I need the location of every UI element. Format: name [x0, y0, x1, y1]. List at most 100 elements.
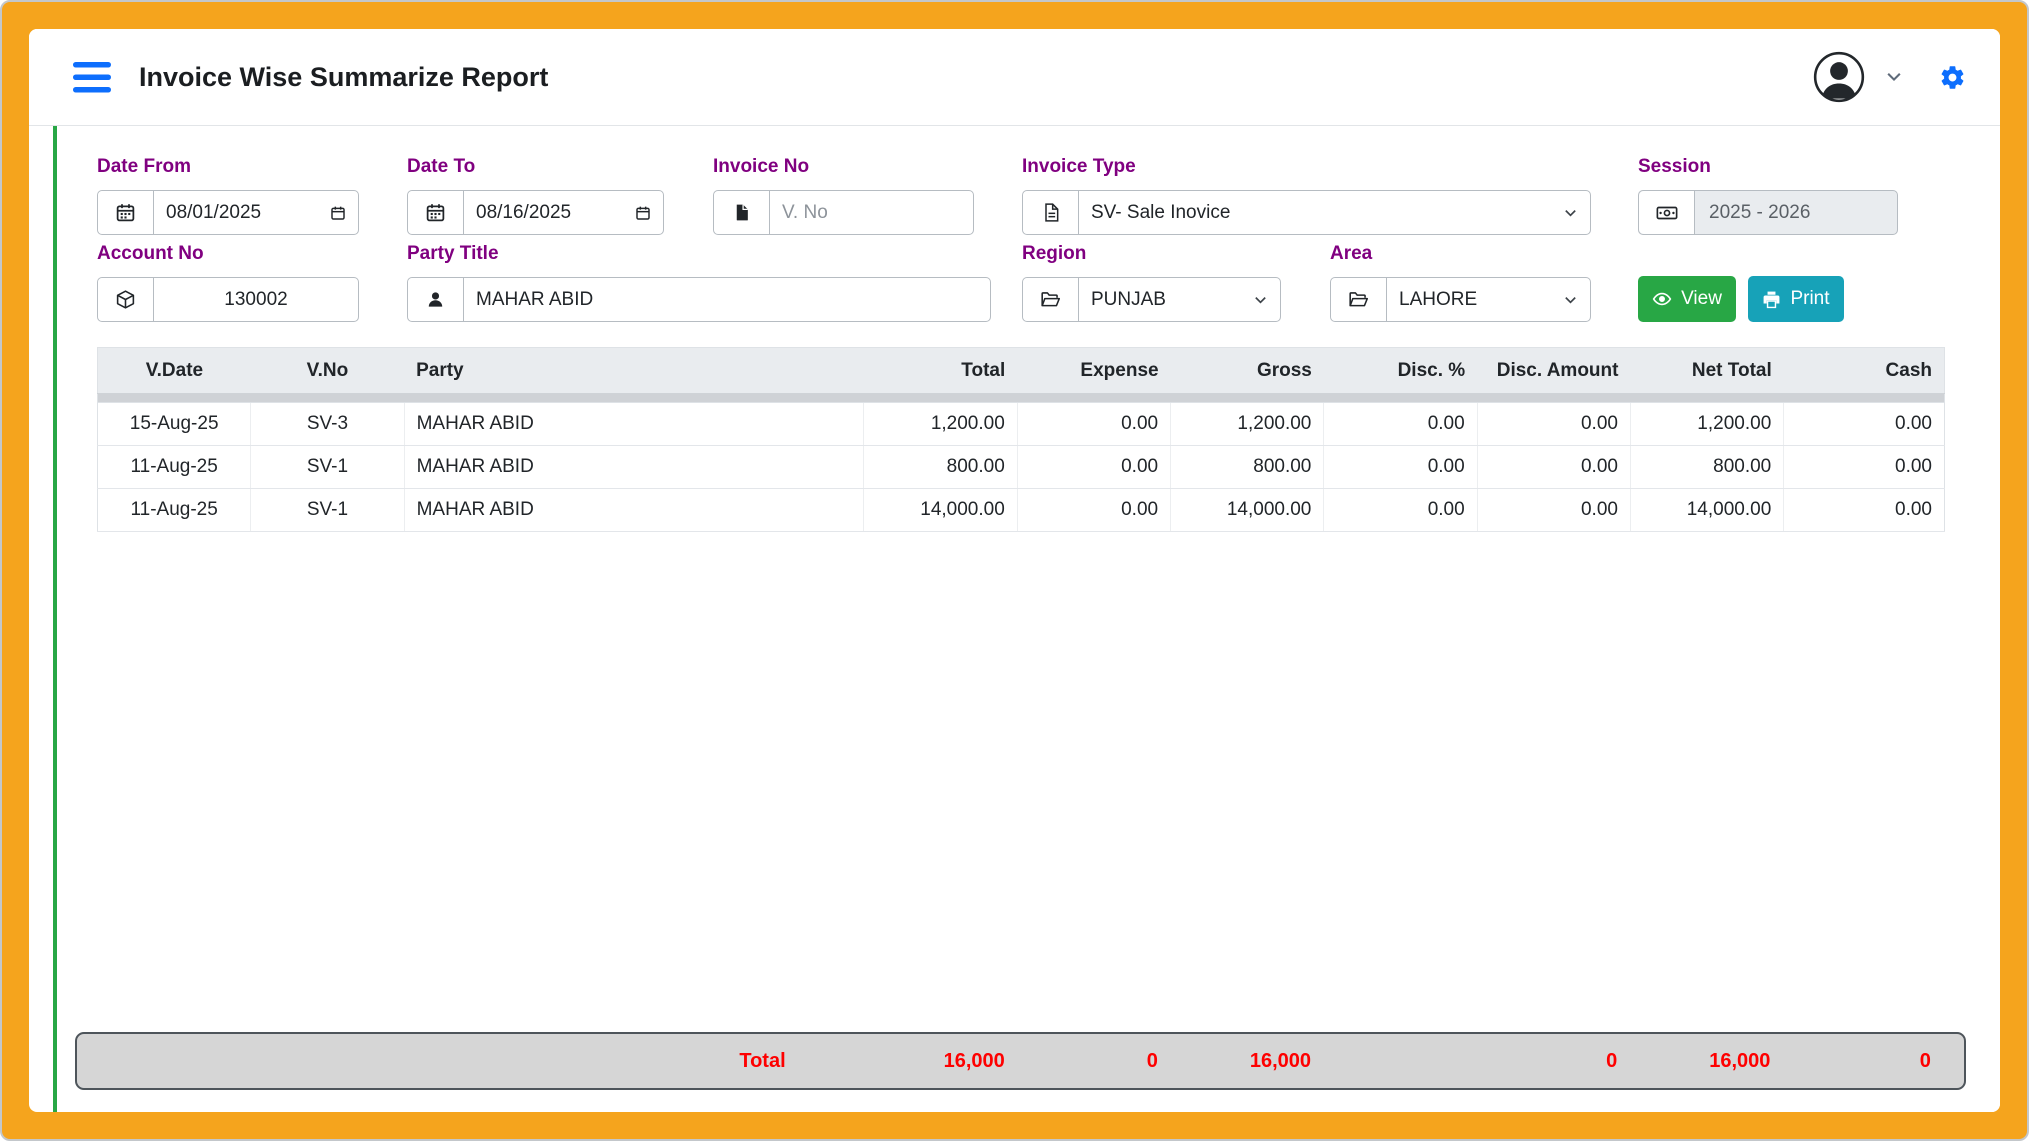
col-header-disc-amount: Disc. Amount — [1477, 348, 1630, 394]
date-from-label: Date From — [97, 156, 359, 178]
table-cell: SV-1 — [251, 446, 404, 489]
col-header-cash: Cash — [1784, 348, 1945, 394]
caret-down-icon[interactable] — [1887, 72, 1901, 82]
area-field: Area LAHORE — [1330, 243, 1591, 322]
account-no-input[interactable] — [154, 278, 358, 321]
printer-icon — [1762, 290, 1781, 309]
table-cell: 14,000.00 — [1630, 489, 1783, 532]
report-panel: Date From Date To — [53, 126, 2000, 1112]
invoice-type-value: SV- Sale Inovice — [1079, 191, 1563, 234]
table-cell: 0.00 — [1784, 489, 1945, 532]
table-cell: 0.00 — [1477, 403, 1630, 446]
print-button[interactable]: Print — [1748, 276, 1844, 322]
account-no-field: Account No — [97, 243, 359, 322]
table-cell: 0.00 — [1477, 446, 1630, 489]
table-cell: MAHAR ABID — [404, 489, 864, 532]
col-header-gross: Gross — [1171, 348, 1324, 394]
date-from-input[interactable] — [154, 191, 330, 234]
totals-expense: 0 — [1017, 1050, 1170, 1073]
table-cell: SV-3 — [251, 403, 404, 446]
invoice-no-input[interactable] — [770, 191, 973, 234]
totals-spacer — [98, 1050, 251, 1073]
col-header-vno: V.No — [251, 348, 404, 394]
chevron-down-icon — [1253, 278, 1280, 321]
date-picker-icon[interactable] — [635, 191, 663, 234]
table-cell: 0.00 — [1784, 403, 1945, 446]
totals-disc-pct — [1323, 1050, 1476, 1073]
menu-icon[interactable] — [73, 62, 111, 93]
table-cell: 11-Aug-25 — [98, 489, 251, 532]
table-row: 11-Aug-25 SV-1 MAHAR ABID 800.00 0.00 80… — [98, 446, 1945, 489]
party-title-field: Party Title — [407, 243, 991, 322]
table-cell: 11-Aug-25 — [98, 446, 251, 489]
session-label: Session — [1638, 156, 1898, 178]
person-icon — [408, 278, 464, 321]
top-bar: Invoice Wise Summarize Report — [29, 29, 2000, 126]
totals-total: 16,000 — [864, 1050, 1017, 1073]
table-cell: 14,000.00 — [1171, 489, 1324, 532]
invoice-type-select[interactable]: SV- Sale Inovice — [1022, 190, 1591, 235]
table-cell: 0.00 — [1324, 403, 1477, 446]
filter-row-1: Date From Date To — [97, 156, 1945, 235]
region-select[interactable]: PUNJAB — [1022, 277, 1281, 322]
table-cell: 14,000.00 — [864, 489, 1017, 532]
col-header-net-total: Net Total — [1630, 348, 1783, 394]
totals-disc-amount: 0 — [1476, 1050, 1629, 1073]
date-picker-icon[interactable] — [330, 191, 358, 234]
file-icon — [714, 191, 770, 234]
chevron-down-icon — [1563, 191, 1590, 234]
totals-spacer — [251, 1050, 404, 1073]
area-label: Area — [1330, 243, 1591, 265]
col-header-vdate: V.Date — [98, 348, 251, 394]
session-value: 2025 - 2026 — [1695, 191, 1897, 234]
totals-gross: 16,000 — [1170, 1050, 1323, 1073]
app-card: Invoice Wise Summarize Report — [29, 29, 2000, 1112]
date-to-input[interactable] — [464, 191, 635, 234]
table-header-row: V.Date V.No Party Total Expense Gross Di… — [98, 348, 1945, 394]
eye-icon — [1652, 289, 1672, 309]
table-cell: 1,200.00 — [864, 403, 1017, 446]
totals-net-total: 16,000 — [1629, 1050, 1782, 1073]
region-field: Region PUNJAB — [1022, 243, 1281, 322]
invoice-type-field: Invoice Type SV- Sale Inovice — [1022, 156, 1591, 235]
view-button-label: View — [1681, 288, 1722, 310]
date-to-field: Date To — [407, 156, 664, 235]
print-button-label: Print — [1790, 288, 1829, 310]
table-cell: MAHAR ABID — [404, 446, 864, 489]
table-cell: 0.00 — [1324, 446, 1477, 489]
calendar-icon — [98, 191, 154, 234]
party-title-input[interactable] — [464, 278, 990, 321]
page-frame: Invoice Wise Summarize Report — [0, 0, 2029, 1141]
invoice-type-label: Invoice Type — [1022, 156, 1591, 178]
col-header-disc-pct: Disc. % — [1324, 348, 1477, 394]
gear-icon[interactable] — [1939, 64, 1966, 91]
table-cell: 1,200.00 — [1630, 403, 1783, 446]
table-cell: 800.00 — [1630, 446, 1783, 489]
table-cell: MAHAR ABID — [404, 403, 864, 446]
col-header-total: Total — [864, 348, 1017, 394]
area-select[interactable]: LAHORE — [1330, 277, 1591, 322]
table-cell: 0.00 — [1017, 446, 1170, 489]
totals-cash: 0 — [1782, 1050, 1943, 1073]
invoice-no-label: Invoice No — [713, 156, 974, 178]
view-button[interactable]: View — [1638, 276, 1736, 322]
package-icon — [98, 278, 154, 321]
area-value: LAHORE — [1387, 278, 1563, 321]
file-text-icon — [1023, 191, 1079, 234]
invoice-no-field: Invoice No — [713, 156, 974, 235]
col-header-expense: Expense — [1017, 348, 1170, 394]
date-from-field: Date From — [97, 156, 359, 235]
session-field: Session 2025 - 2026 — [1638, 156, 1898, 235]
region-label: Region — [1022, 243, 1281, 265]
header-spacer-strip — [98, 394, 1945, 403]
table-cell: 1,200.00 — [1171, 403, 1324, 446]
topbar-right — [1813, 51, 1966, 103]
user-avatar[interactable] — [1813, 51, 1865, 103]
col-header-party: Party — [404, 348, 864, 394]
table-cell: 800.00 — [1171, 446, 1324, 489]
table-cell: 0.00 — [1324, 489, 1477, 532]
table-cell: 0.00 — [1477, 489, 1630, 532]
chevron-down-icon — [1563, 278, 1590, 321]
table-cell: 0.00 — [1017, 403, 1170, 446]
totals-label: Total — [404, 1050, 863, 1073]
